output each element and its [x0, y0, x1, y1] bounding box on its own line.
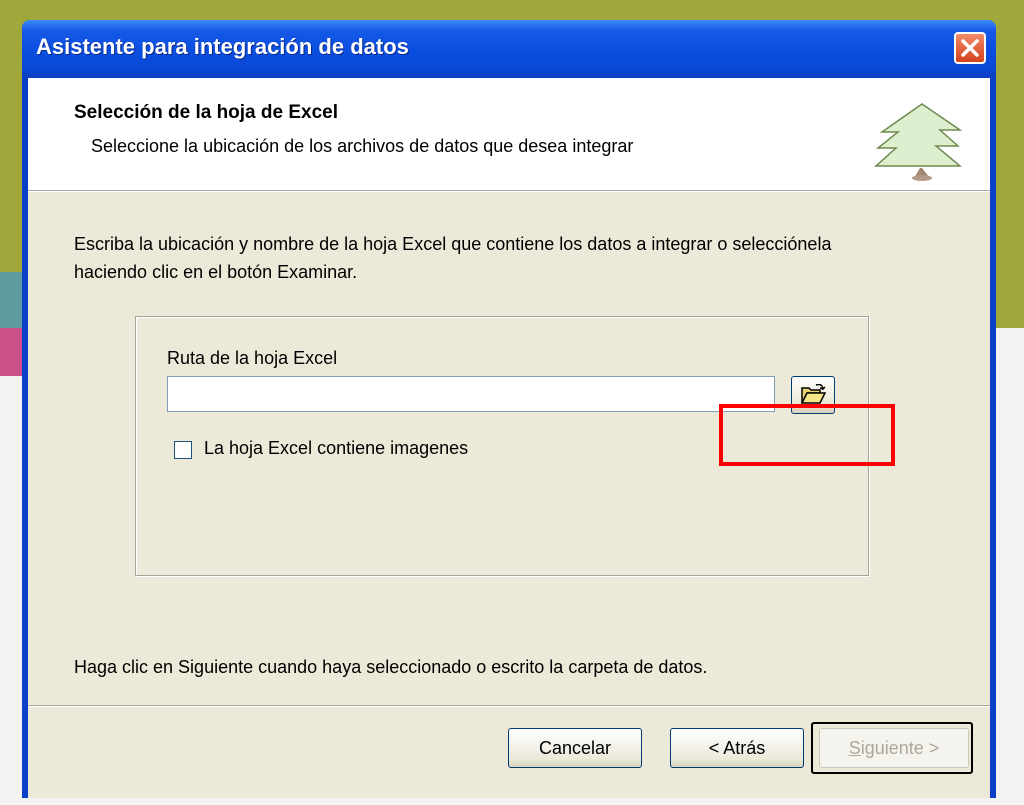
close-icon — [961, 39, 979, 57]
close-button[interactable] — [954, 32, 986, 64]
open-folder-icon — [800, 384, 826, 404]
next-button-label: iguiente > — [860, 738, 940, 758]
wizard-header: Selección de la hoja de Excel Seleccione… — [28, 78, 990, 191]
footer-instruction: Haga clic en Siguiente cuando haya selec… — [74, 657, 708, 677]
highlight-annotation — [719, 404, 895, 466]
background-teal-stripe — [0, 272, 24, 328]
next-button[interactable]: Siguiente > — [819, 728, 969, 768]
tree-icon — [874, 103, 962, 181]
cancel-button[interactable]: Cancelar — [508, 728, 642, 768]
wizard-dialog: Asistente para integración de datos Sele… — [22, 20, 996, 798]
excel-path-input[interactable] — [167, 376, 775, 412]
step-title: Selección de la hoja de Excel — [74, 102, 339, 123]
back-button[interactable]: < Atrás — [670, 728, 804, 768]
next-button-mnemonic: S — [848, 738, 861, 758]
images-checkbox[interactable] — [174, 441, 192, 459]
images-checkbox-label[interactable]: La hoja Excel contiene imagenes — [204, 438, 468, 459]
path-label: Ruta de la hoja Excel — [167, 348, 338, 368]
step-subtitle: Seleccione la ubicación de los archivos … — [91, 136, 634, 156]
dialog-client-area: Selección de la hoja de Excel Seleccione… — [28, 78, 990, 798]
button-separator-highlight — [28, 706, 990, 707]
header-separator — [28, 191, 990, 192]
background-pink-stripe — [0, 328, 24, 376]
window-title: Asistente para integración de datos — [36, 34, 409, 59]
intro-text: Escriba la ubicación y nombre de la hoja… — [74, 234, 832, 282]
title-bar[interactable]: Asistente para integración de datos — [22, 20, 996, 78]
